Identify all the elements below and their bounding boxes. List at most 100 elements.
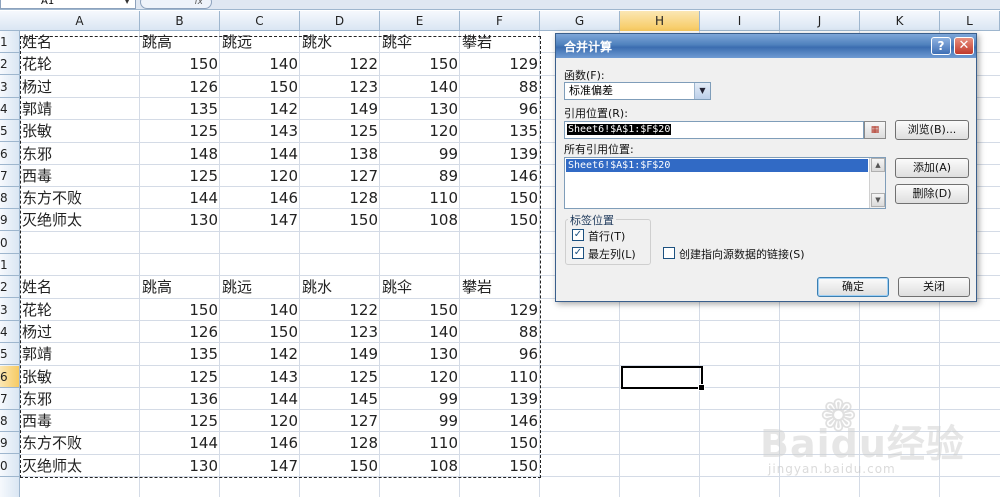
- cell[interactable]: 129: [460, 299, 540, 321]
- cell[interactable]: 130: [140, 209, 220, 231]
- scroll-down-icon[interactable]: ▼: [871, 193, 885, 207]
- cell[interactable]: 150: [460, 432, 540, 454]
- column-header[interactable]: H: [620, 11, 700, 31]
- cell[interactable]: 127: [300, 165, 380, 187]
- cell[interactable]: 146: [220, 187, 300, 209]
- cell[interactable]: 126: [140, 321, 220, 343]
- insert-function-button[interactable]: fx: [140, 0, 212, 9]
- cell[interactable]: 143: [220, 366, 300, 388]
- row-header[interactable]: 4: [0, 98, 19, 120]
- cell[interactable]: 122: [300, 299, 380, 321]
- cell[interactable]: 149: [300, 98, 380, 120]
- cell[interactable]: 张敏: [20, 366, 140, 388]
- cell[interactable]: 东方不败: [20, 187, 140, 209]
- cell[interactable]: 150: [460, 455, 540, 477]
- column-header[interactable]: F: [460, 11, 540, 31]
- cell[interactable]: 127: [300, 410, 380, 432]
- column-header[interactable]: B: [140, 11, 220, 31]
- dialog-title-bar[interactable]: 合并计算 ? ✕: [556, 34, 976, 58]
- cell[interactable]: 120: [380, 366, 460, 388]
- cell[interactable]: 花轮: [20, 53, 140, 75]
- cell[interactable]: 150: [220, 321, 300, 343]
- row-header[interactable]: 3: [0, 76, 19, 98]
- cell[interactable]: 150: [380, 299, 460, 321]
- cell[interactable]: 99: [380, 143, 460, 165]
- cell[interactable]: 灭绝师太: [20, 209, 140, 231]
- cell[interactable]: 147: [220, 209, 300, 231]
- cell[interactable]: 东方不败: [20, 432, 140, 454]
- row-header[interactable]: 7: [0, 388, 19, 410]
- cell[interactable]: 跳远: [220, 31, 300, 53]
- column-header[interactable]: A: [20, 11, 140, 31]
- chevron-down-icon[interactable]: ▼: [694, 83, 710, 99]
- cell[interactable]: 150: [140, 53, 220, 75]
- row-header[interactable]: 5: [0, 120, 19, 143]
- cell[interactable]: 140: [220, 53, 300, 75]
- cell[interactable]: 145: [300, 388, 380, 410]
- cell[interactable]: 130: [380, 98, 460, 120]
- row-header[interactable]: 5: [0, 343, 19, 366]
- cell[interactable]: 跳水: [300, 276, 380, 298]
- cell[interactable]: 125: [300, 120, 380, 142]
- cell[interactable]: 123: [300, 321, 380, 343]
- cell[interactable]: 花轮: [20, 299, 140, 321]
- cell[interactable]: 142: [220, 98, 300, 120]
- cancel-button[interactable]: 关闭: [898, 277, 970, 297]
- cell[interactable]: 130: [380, 343, 460, 365]
- link-source-checkbox[interactable]: [663, 247, 675, 259]
- column-header[interactable]: K: [860, 11, 940, 31]
- cell[interactable]: 125: [300, 366, 380, 388]
- list-item[interactable]: Sheet6!$A$1:$F$20: [566, 159, 868, 172]
- cell[interactable]: 跳高: [140, 31, 220, 53]
- cell[interactable]: 99: [380, 388, 460, 410]
- browse-button[interactable]: 浏览(B)...: [895, 120, 969, 140]
- cell[interactable]: 128: [300, 432, 380, 454]
- cell[interactable]: 135: [140, 98, 220, 120]
- cell[interactable]: 147: [220, 455, 300, 477]
- row-header[interactable]: 8: [0, 410, 19, 433]
- cell[interactable]: 148: [140, 143, 220, 165]
- reference-input[interactable]: Sheet6!$A$1:$F$20: [564, 121, 864, 139]
- row-header[interactable]: 2: [0, 53, 19, 76]
- cell[interactable]: 122: [300, 53, 380, 75]
- cell[interactable]: 146: [460, 165, 540, 187]
- cell[interactable]: 125: [140, 120, 220, 142]
- cell[interactable]: 139: [460, 143, 540, 165]
- cell[interactable]: 138: [300, 143, 380, 165]
- cell[interactable]: 跳伞: [380, 276, 460, 298]
- cell[interactable]: 144: [220, 143, 300, 165]
- column-header[interactable]: J: [780, 11, 860, 31]
- row-header[interactable]: 3: [0, 299, 19, 321]
- row-header[interactable]: 8: [0, 187, 19, 210]
- cell[interactable]: 150: [460, 187, 540, 209]
- cell[interactable]: 150: [300, 209, 380, 231]
- cell[interactable]: 120: [220, 410, 300, 432]
- column-header[interactable]: C: [220, 11, 300, 31]
- column-header[interactable]: G: [540, 11, 620, 31]
- cell[interactable]: 150: [140, 299, 220, 321]
- cell[interactable]: 144: [220, 388, 300, 410]
- cell[interactable]: 149: [300, 343, 380, 365]
- cell[interactable]: 110: [380, 187, 460, 209]
- cell[interactable]: 130: [140, 455, 220, 477]
- cell[interactable]: 108: [380, 455, 460, 477]
- add-button[interactable]: 添加(A): [895, 158, 969, 178]
- cell[interactable]: 西毒: [20, 165, 140, 187]
- scroll-up-icon[interactable]: ▲: [871, 158, 885, 172]
- cell[interactable]: 攀岩: [460, 31, 540, 53]
- cell[interactable]: 灭绝师太: [20, 455, 140, 477]
- cell[interactable]: 129: [460, 53, 540, 75]
- cell[interactable]: 杨过: [20, 76, 140, 98]
- cell[interactable]: 150: [380, 53, 460, 75]
- cell[interactable]: 姓名: [20, 276, 140, 298]
- help-button[interactable]: ?: [931, 37, 951, 55]
- column-header[interactable]: L: [940, 11, 1000, 31]
- cell[interactable]: 120: [380, 120, 460, 142]
- name-box[interactable]: A1: [0, 0, 136, 9]
- all-references-list[interactable]: Sheet6!$A$1:$F$20 ▲ ▼: [564, 157, 886, 209]
- row-header[interactable]: 1: [0, 254, 19, 276]
- ok-button[interactable]: 确定: [817, 277, 889, 297]
- collapse-dialog-icon[interactable]: ▦: [864, 121, 886, 139]
- cell[interactable]: 郭靖: [20, 343, 140, 365]
- cell[interactable]: 142: [220, 343, 300, 365]
